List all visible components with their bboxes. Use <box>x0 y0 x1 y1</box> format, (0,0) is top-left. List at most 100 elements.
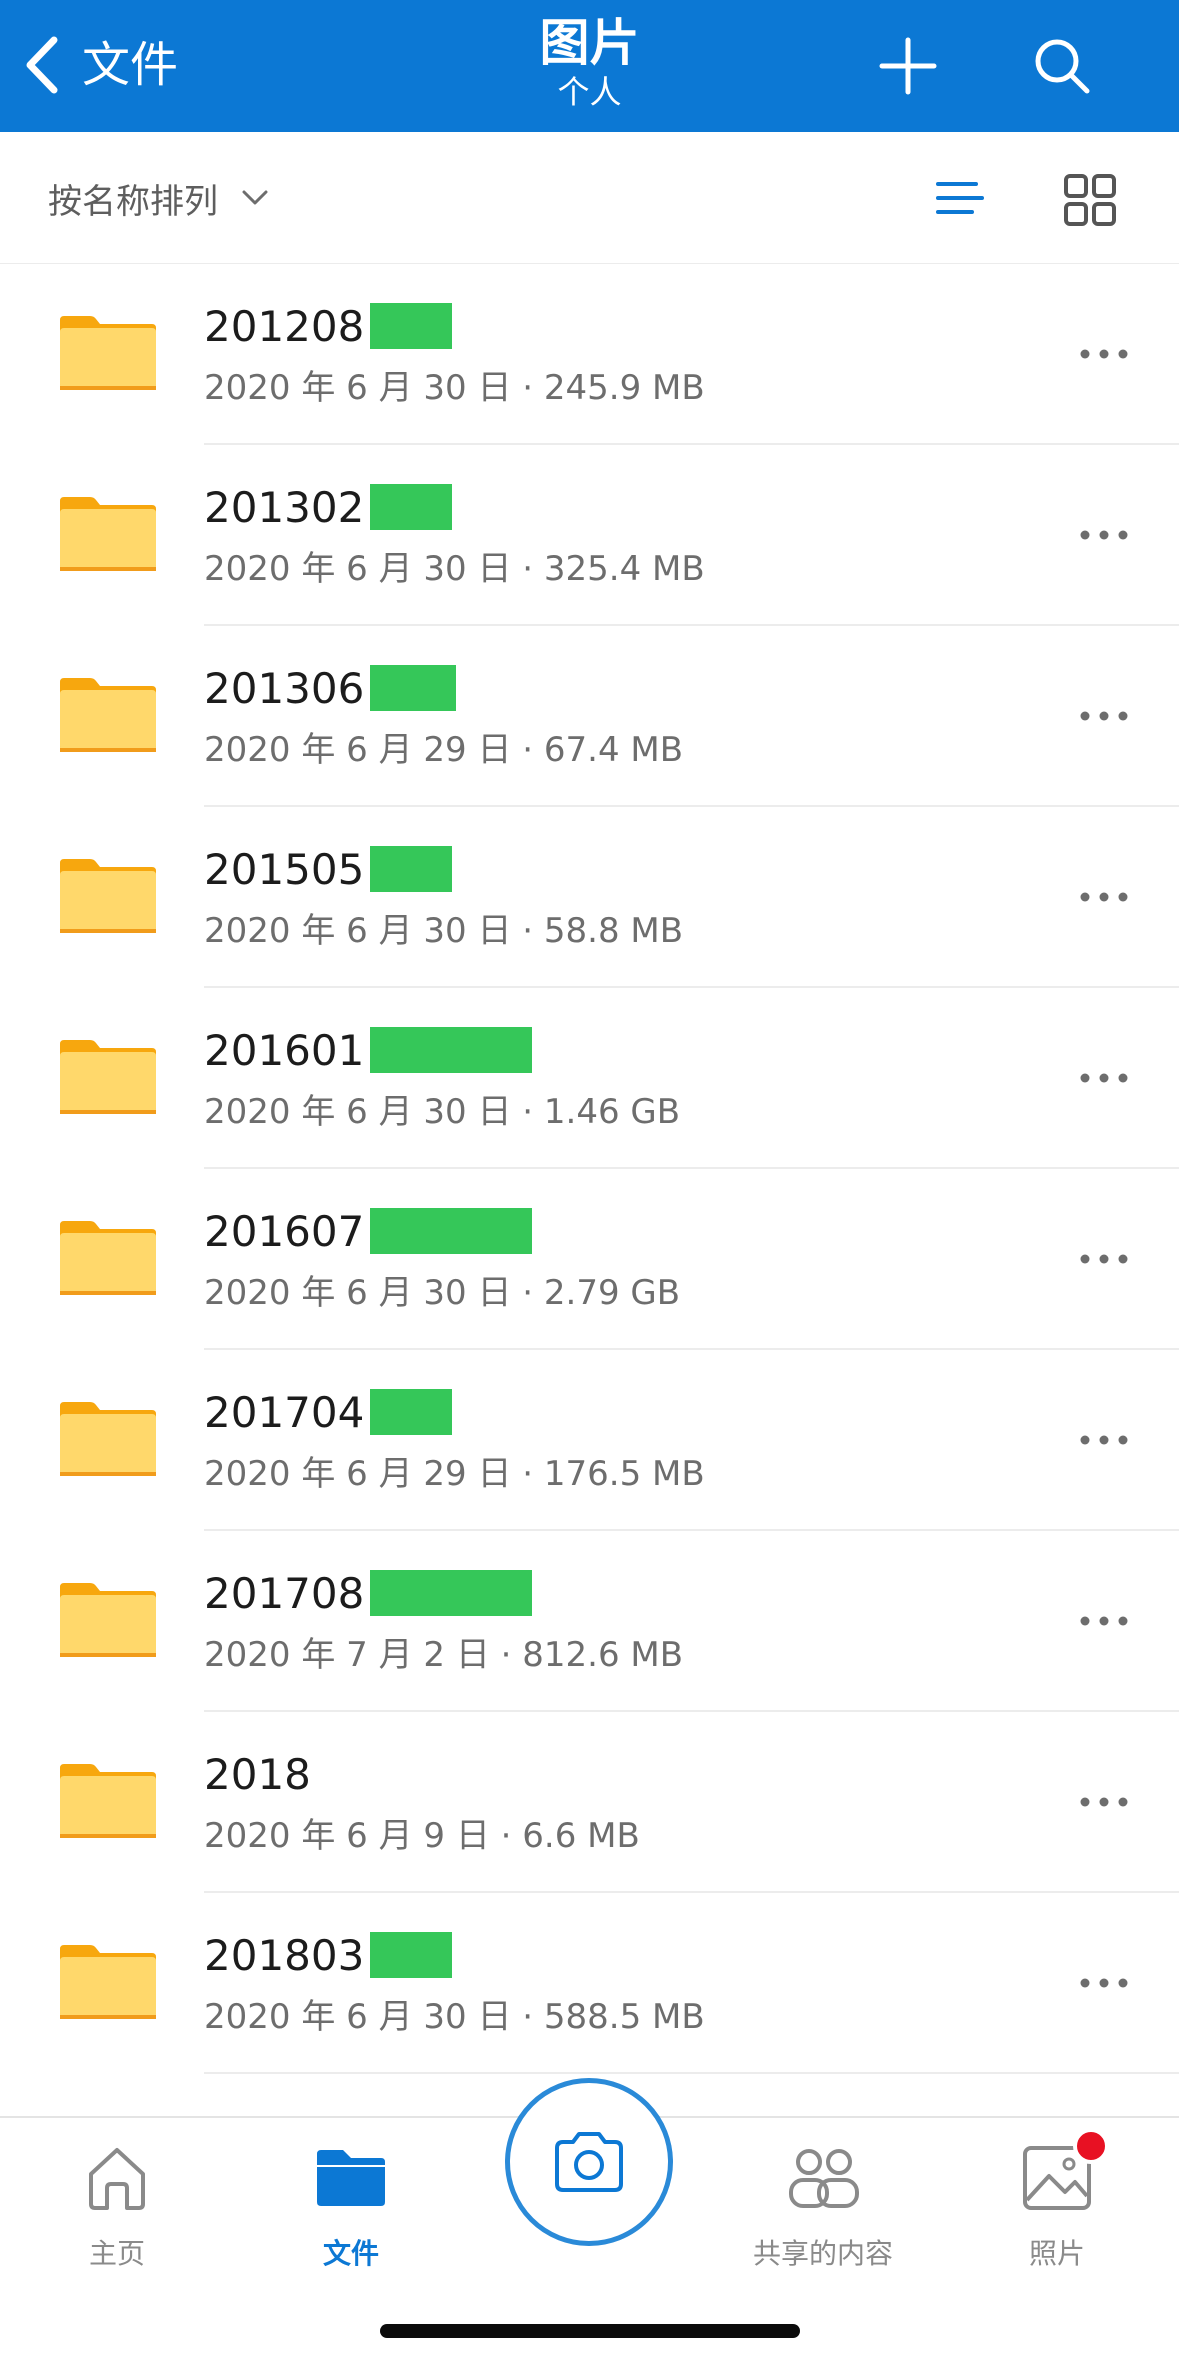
file-list: 201208 2020 年 6 月 30 日 · 245.9 MB 201302… <box>0 264 1179 2074</box>
folder-name: 201601 <box>204 1025 365 1075</box>
folder-icon <box>60 1945 156 2019</box>
folder-meta: 2020 年 6 月 30 日 · 325.4 MB <box>204 549 705 589</box>
nav-home[interactable]: 主页 <box>22 2138 212 2278</box>
home-icon <box>77 2138 157 2218</box>
more-options-button[interactable] <box>1069 867 1139 927</box>
folder-icon <box>60 1583 156 1657</box>
folder-name: 2018 <box>204 1749 311 1799</box>
row-divider <box>204 2072 1179 2074</box>
camera-button[interactable] <box>505 2078 673 2246</box>
photo-icon <box>1017 2128 1109 2218</box>
folder-row[interactable]: 201505 2020 年 6 月 30 日 · 58.8 MB <box>0 807 1179 988</box>
folder-row[interactable]: 2018 2020 年 6 月 9 日 · 6.6 MB <box>0 1712 1179 1893</box>
folder-row[interactable]: 201607 2020 年 6 月 30 日 · 2.79 GB <box>0 1169 1179 1350</box>
folder-name-group: 201708 <box>204 1567 533 1619</box>
sort-label: 按名称排列 <box>48 181 218 222</box>
redaction-block <box>370 1027 533 1073</box>
folder-name-group: 201208 <box>204 300 453 352</box>
redaction-block <box>370 1208 533 1254</box>
page-subtitle: 个人 <box>557 73 622 111</box>
folder-name-group: 2018 <box>204 1748 311 1800</box>
folder-icon <box>60 678 156 752</box>
folder-meta: 2020 年 6 月 9 日 · 6.6 MB <box>204 1816 640 1856</box>
folder-name: 201704 <box>204 1387 365 1437</box>
folder-meta: 2020 年 6 月 30 日 · 1.46 GB <box>204 1092 681 1132</box>
redaction-block <box>370 1932 453 1978</box>
folder-name-group: 201306 <box>204 662 457 714</box>
sort-dropdown[interactable]: 按名称排列 <box>48 172 270 224</box>
ellipsis-icon <box>1080 530 1128 540</box>
notification-badge <box>1073 2128 1109 2164</box>
folder-name-group: 201601 <box>204 1024 533 1076</box>
folder-icon <box>60 859 156 933</box>
folder-meta: 2020 年 7 月 2 日 · 812.6 MB <box>204 1635 684 1675</box>
ellipsis-icon <box>1080 1978 1128 1988</box>
folder-icon <box>60 497 156 571</box>
nav-home-label: 主页 <box>88 2237 145 2270</box>
more-options-button[interactable] <box>1069 1229 1139 1289</box>
folder-row[interactable]: 201302 2020 年 6 月 30 日 · 325.4 MB <box>0 445 1179 626</box>
home-indicator <box>380 2324 800 2338</box>
grid-view-button[interactable] <box>1058 168 1122 232</box>
more-options-button[interactable] <box>1069 324 1139 384</box>
list-view-icon <box>936 182 984 214</box>
folder-icon <box>60 1040 156 1114</box>
folder-meta: 2020 年 6 月 29 日 · 67.4 MB <box>204 730 684 770</box>
grid-view-icon <box>1064 174 1116 226</box>
app-header: 文件 图片 个人 <box>0 0 1179 132</box>
more-options-button[interactable] <box>1069 1953 1139 2013</box>
ellipsis-icon <box>1080 1254 1128 1264</box>
folder-name: 201708 <box>204 1568 365 1618</box>
more-options-button[interactable] <box>1069 1048 1139 1108</box>
folder-icon <box>311 2138 391 2218</box>
folder-name: 201306 <box>204 663 365 713</box>
more-options-button[interactable] <box>1069 1772 1139 1832</box>
folder-row[interactable]: 201306 2020 年 6 月 29 日 · 67.4 MB <box>0 626 1179 807</box>
page-title: 图片 <box>539 14 640 72</box>
ellipsis-icon <box>1080 349 1128 359</box>
redaction-block <box>370 1570 533 1616</box>
ellipsis-icon <box>1080 892 1128 902</box>
folder-name-group: 201505 <box>204 843 453 895</box>
plus-icon <box>879 37 937 95</box>
folder-row[interactable]: 201708 2020 年 7 月 2 日 · 812.6 MB <box>0 1531 1179 1712</box>
folder-name-group: 201302 <box>204 481 453 533</box>
ellipsis-icon <box>1080 1435 1128 1445</box>
folder-meta: 2020 年 6 月 29 日 · 176.5 MB <box>204 1454 705 1494</box>
ellipsis-icon <box>1080 711 1128 721</box>
folder-name: 201505 <box>204 844 365 894</box>
nav-photos[interactable]: 照片 <box>962 2128 1152 2278</box>
folder-icon <box>60 1221 156 1295</box>
nav-files[interactable]: 文件 <box>256 2138 446 2278</box>
sort-bar: 按名称排列 <box>0 132 1179 264</box>
folder-name-group: 201704 <box>204 1386 453 1438</box>
header-title-group: 图片 个人 <box>0 14 1179 110</box>
folder-meta: 2020 年 6 月 30 日 · 58.8 MB <box>204 911 684 951</box>
folder-name: 201607 <box>204 1206 365 1256</box>
folder-row[interactable]: 201803 2020 年 6 月 30 日 · 588.5 MB <box>0 1893 1179 2074</box>
nav-shared-label: 共享的内容 <box>752 2237 893 2270</box>
more-options-button[interactable] <box>1069 505 1139 565</box>
ellipsis-icon <box>1080 1073 1128 1083</box>
search-button[interactable] <box>1026 30 1098 102</box>
folder-meta: 2020 年 6 月 30 日 · 2.79 GB <box>204 1273 681 1313</box>
search-icon <box>1035 39 1090 94</box>
more-options-button[interactable] <box>1069 1410 1139 1470</box>
folder-row[interactable]: 201208 2020 年 6 月 30 日 · 245.9 MB <box>0 264 1179 445</box>
folder-row[interactable]: 201704 2020 年 6 月 29 日 · 176.5 MB <box>0 1350 1179 1531</box>
list-view-button[interactable] <box>928 168 992 232</box>
folder-name-group: 201607 <box>204 1205 533 1257</box>
redaction-block <box>370 665 457 711</box>
more-options-button[interactable] <box>1069 686 1139 746</box>
nav-shared[interactable]: 共享的内容 <box>728 2138 918 2278</box>
folder-name: 201803 <box>204 1930 365 1980</box>
folder-row[interactable]: 201601 2020 年 6 月 30 日 · 1.46 GB <box>0 988 1179 1169</box>
nav-photos-label: 照片 <box>1028 2237 1085 2270</box>
folder-meta: 2020 年 6 月 30 日 · 245.9 MB <box>204 368 705 408</box>
chevron-down-icon <box>242 190 268 205</box>
redaction-block <box>370 1389 453 1435</box>
shared-people-icon <box>783 2138 863 2218</box>
more-options-button[interactable] <box>1069 1591 1139 1651</box>
redaction-block <box>370 484 453 530</box>
add-button[interactable] <box>872 30 944 102</box>
